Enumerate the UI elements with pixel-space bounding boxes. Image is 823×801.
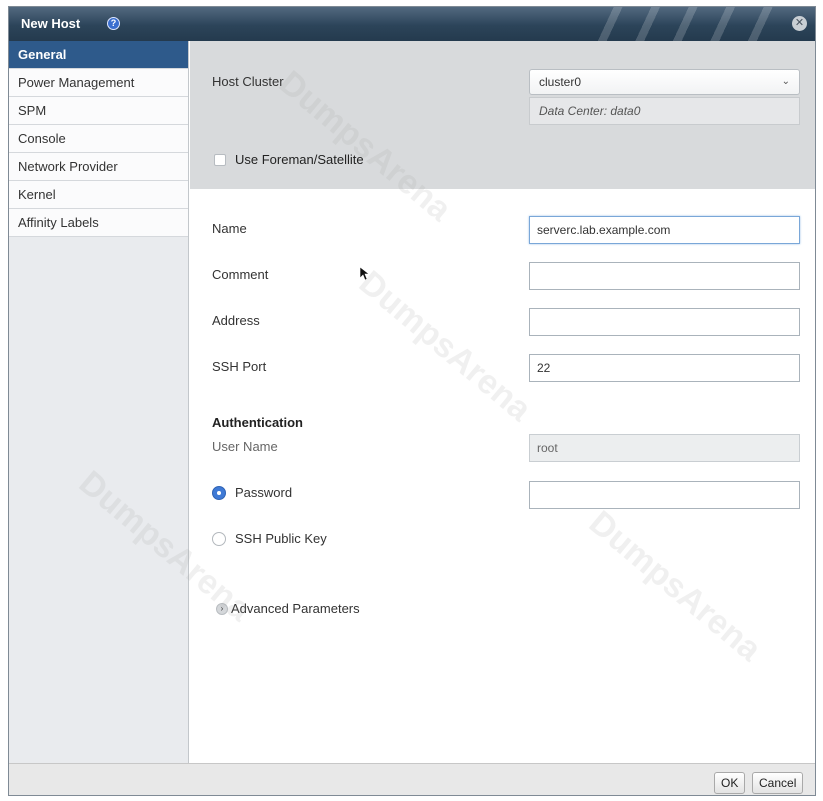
comment-input[interactable] xyxy=(529,262,800,290)
password-label: Password xyxy=(235,485,293,500)
foreman-label: Use Foreman/Satellite xyxy=(235,152,364,167)
sidebar-item-console[interactable]: Console xyxy=(9,125,188,153)
user-name-label: User Name xyxy=(212,439,278,454)
ok-button[interactable]: OK xyxy=(714,772,746,794)
address-label: Address xyxy=(212,313,260,328)
dialog-titlebar: New Host ? ✕ xyxy=(9,7,815,41)
dialog-footer: OK Cancel xyxy=(9,763,815,795)
sidebar-item-general[interactable]: General xyxy=(9,41,188,69)
sidebar-item-affinity-labels[interactable]: Affinity Labels xyxy=(9,209,188,237)
advanced-parameters-toggle[interactable]: Advanced Parameters xyxy=(231,601,360,616)
foreman-checkbox[interactable] xyxy=(214,154,226,166)
host-cluster-value: cluster0 xyxy=(539,75,582,89)
name-input[interactable]: serverc.lab.example.com xyxy=(529,216,800,244)
sidebar: General Power Management SPM Console Net… xyxy=(9,41,189,763)
sidebar-item-network-provider[interactable]: Network Provider xyxy=(9,153,188,181)
user-name-input: root xyxy=(529,434,800,462)
expand-arrow-icon[interactable]: › xyxy=(216,603,228,615)
titlebar-decoration xyxy=(585,7,785,41)
sidebar-item-power-management[interactable]: Power Management xyxy=(9,69,188,97)
mouse-cursor-icon xyxy=(360,267,370,281)
ssh-port-input[interactable]: 22 xyxy=(529,354,800,382)
ssh-port-label: SSH Port xyxy=(212,359,267,374)
chevron-down-icon: ⌄ xyxy=(781,76,790,87)
general-panel: Host Cluster cluster0 ⌄ Data Center: dat… xyxy=(190,41,815,763)
ssh-public-key-radio[interactable] xyxy=(212,532,226,546)
comment-label: Comment xyxy=(212,267,269,282)
host-cluster-label: Host Cluster xyxy=(212,74,284,89)
authentication-heading: Authentication xyxy=(212,415,303,430)
ssh-public-key-label: SSH Public Key xyxy=(235,531,327,546)
password-radio[interactable] xyxy=(212,486,226,500)
new-host-dialog: New Host ? ✕ General Power Management SP… xyxy=(8,6,816,796)
password-input[interactable] xyxy=(529,481,800,509)
sidebar-item-spm[interactable]: SPM xyxy=(9,97,188,125)
help-icon[interactable]: ? xyxy=(107,17,120,30)
sidebar-item-kernel[interactable]: Kernel xyxy=(9,181,188,209)
cancel-button[interactable]: Cancel xyxy=(752,772,804,794)
dialog-title: New Host xyxy=(21,16,81,31)
close-icon[interactable]: ✕ xyxy=(792,16,807,31)
name-label: Name xyxy=(212,221,247,236)
data-center-note: Data Center: data0 xyxy=(529,97,800,125)
address-input[interactable] xyxy=(529,308,800,336)
host-cluster-select[interactable]: cluster0 ⌄ xyxy=(529,69,800,95)
